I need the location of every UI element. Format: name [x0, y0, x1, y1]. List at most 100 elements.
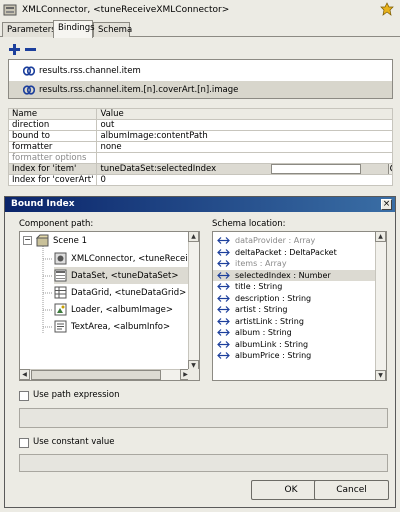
value-column-header: Value [96, 108, 393, 120]
schema-field[interactable]: dataProvider : Array [213, 235, 376, 247]
close-button[interactable]: × [381, 199, 392, 210]
dialog-title: Bound Index [11, 199, 75, 209]
scroll-corner [188, 369, 199, 380]
textarea-icon [54, 320, 67, 333]
tree-item-connector[interactable]: XMLConnector, <tuneReceiveXMLC [54, 250, 199, 267]
bound-index-dialog: Bound Index × Component path: Schema loc… [4, 196, 396, 508]
tab-strip: Parameters Bindings Schema [0, 20, 400, 38]
tab-parameters[interactable]: Parameters [2, 22, 56, 37]
tree-item-label: TextArea, <albumInfo> [71, 321, 171, 332]
panel-titlebar: XMLConnector, <tuneReceiveXMLConnector> [0, 0, 400, 20]
tree-content: − Scene 1 XMLConnector, <tuneReceiveXMLC… [20, 232, 199, 370]
search-icon [390, 165, 392, 171]
property-name: bound to [7, 130, 98, 142]
remove-binding-button[interactable] [24, 43, 36, 55]
schema-field-selected[interactable]: selectedIndex : Number [213, 269, 376, 281]
tree-item-label: Scene 1 [53, 235, 88, 246]
bidirectional-arrow-icon [217, 271, 230, 279]
name-column-header: Name [7, 108, 98, 120]
bidirectional-arrow-icon [217, 260, 230, 268]
property-value: tuneDataSet:selectedIndex [100, 164, 217, 174]
property-value[interactable]: albumImage:contentPath [96, 130, 393, 142]
property-name: Index for 'item' [7, 163, 98, 175]
grid-header: Name Value [7, 108, 393, 120]
bidirectional-arrow-icon [217, 294, 230, 302]
schema-field[interactable]: artistLink : String [213, 316, 376, 328]
binding-properties-grid: Name Value direction out bound to albumI… [7, 108, 393, 186]
schema-field[interactable]: title : String [213, 281, 376, 293]
schema-field-label: title : String [235, 282, 283, 292]
schema-field[interactable]: artist : String [213, 304, 376, 316]
property-row-formatter-options: formatter options [7, 152, 393, 164]
scroll-up-button[interactable]: ▲ [375, 232, 386, 242]
path-expression-field[interactable] [19, 408, 388, 428]
property-value [96, 152, 393, 164]
property-name: direction [7, 119, 98, 131]
property-row-index-coverart[interactable]: Index for 'coverArt' 0 [7, 174, 393, 186]
property-value[interactable]: none [96, 141, 393, 153]
minus-icon: − [24, 235, 31, 244]
binding-item[interactable]: results.rss.channel.item.[n].coverArt.[n… [9, 81, 392, 98]
use-constant-value-label: Use constant value [33, 437, 115, 447]
schema-field-label: dataProvider : Array [235, 236, 316, 246]
property-row-formatter[interactable]: formatter none [7, 141, 393, 153]
use-path-expression-checkbox[interactable] [19, 391, 29, 401]
property-row-index-item[interactable]: Index for 'item' tuneDataSet:selectedInd… [7, 163, 393, 175]
schema-field-label: items : Array [235, 259, 287, 269]
schema-field[interactable]: albumLink : String [213, 339, 376, 351]
dialog-titlebar: Bound Index × [5, 197, 395, 212]
binding-label: results.rss.channel.item.[n].coverArt.[n… [39, 84, 239, 95]
scroll-up-button[interactable]: ▲ [188, 232, 199, 242]
constant-value-field[interactable] [19, 454, 388, 472]
use-constant-value-checkbox[interactable] [19, 438, 29, 448]
property-row-direction[interactable]: direction out [7, 119, 393, 131]
binding-list: results.rss.channel.item results.rss.cha… [8, 59, 393, 99]
schema-field[interactable]: description : String [213, 293, 376, 305]
tree-item-label: XMLConnector, <tuneReceiveXMLC [71, 253, 199, 264]
property-value-cell[interactable]: tuneDataSet:selectedIndex [96, 163, 393, 175]
scroll-thumb[interactable] [31, 370, 161, 380]
binding-icon [23, 65, 35, 76]
tree-item-textarea[interactable]: TextArea, <albumInfo> [54, 318, 190, 335]
tree-vertical-scrollbar[interactable]: ▲ ▼ [188, 232, 199, 371]
schema-field-label: description : String [235, 293, 312, 303]
pin-icon[interactable] [380, 2, 394, 16]
property-row-bound-to[interactable]: bound to albumImage:contentPath [7, 130, 393, 142]
bidirectional-arrow-icon [217, 352, 230, 360]
cancel-button[interactable]: Cancel [314, 480, 389, 500]
binding-item[interactable]: results.rss.channel.item [9, 62, 392, 79]
tree-item-loader[interactable]: Loader, <albumImage> [54, 301, 190, 318]
plus-icon [8, 43, 20, 55]
search-button[interactable] [388, 164, 392, 174]
schema-field[interactable]: albumPrice : String [213, 350, 376, 362]
tab-bindings[interactable]: Bindings [53, 20, 95, 38]
scroll-left-button[interactable]: ◀ [20, 369, 30, 380]
connector-icon [3, 4, 17, 16]
tree-item-dataset[interactable]: DataSet, <tuneDataSet> [54, 267, 190, 284]
tree-item-label: DataSet, <tuneDataSet> [71, 270, 179, 281]
property-name: formatter options [7, 152, 98, 164]
schema-field-label: artist : String [235, 305, 288, 315]
bidirectional-arrow-icon [217, 329, 230, 337]
schema-field-label: albumLink : String [235, 339, 309, 349]
schema-location-label: Schema location: [212, 219, 286, 229]
index-value-field[interactable] [271, 164, 362, 174]
bidirectional-arrow-icon [217, 340, 230, 348]
panel-title: XMLConnector, <tuneReceiveXMLConnector> [22, 5, 230, 15]
collapse-toggle[interactable]: − [23, 236, 32, 245]
tree-item-scene[interactable]: Scene 1 [36, 232, 186, 249]
property-value[interactable]: 0 [96, 174, 393, 186]
add-binding-button[interactable] [8, 43, 20, 55]
bidirectional-arrow-icon [217, 306, 230, 314]
component-path-label: Component path: [19, 219, 94, 229]
schema-field[interactable]: deltaPacket : DeltaPacket [213, 247, 376, 259]
tree-horizontal-scrollbar[interactable]: ◀ ▶ [20, 369, 191, 380]
schema-vertical-scrollbar[interactable]: ▲ ▼ [375, 232, 386, 380]
schema-field[interactable]: items : Array [213, 258, 376, 270]
scroll-down-button[interactable]: ▼ [375, 370, 386, 380]
tree-item-datagrid[interactable]: DataGrid, <tuneDataGrid> [54, 284, 190, 301]
schema-field[interactable]: album : String [213, 327, 376, 339]
tab-schema[interactable]: Schema [93, 22, 132, 37]
component-tree: − Scene 1 XMLConnector, <tuneReceiveXMLC… [19, 231, 200, 381]
property-value[interactable]: out [96, 119, 393, 131]
